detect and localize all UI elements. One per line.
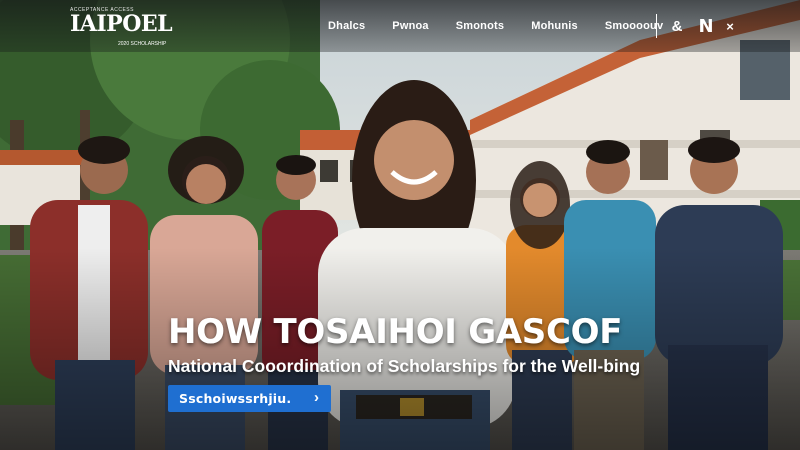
nav-item-4[interactable]: Mohunis (531, 20, 578, 32)
main-nav: Dhalcs Pwnoa Smonots Mohunis Smoooouv (328, 0, 663, 52)
nav-item-5[interactable]: Smoooouv (605, 20, 663, 32)
logo-tagline: 2020 SCHOLARSHIP (118, 41, 167, 47)
cta-label: Sschoiwssrhjiu. (179, 391, 292, 406)
hero-title: HOW TOSAIHOI GASCOF (168, 312, 623, 352)
nav-item-3[interactable]: Smonots (456, 20, 504, 32)
close-icon[interactable]: × (724, 19, 736, 34)
top-navigation-bar: ACCEPTANCE ACCESS IAIPOEL 2020 SCHOLARSH… (0, 0, 800, 52)
nav-divider (656, 14, 657, 38)
logo-wordmark: IAIPOEL (70, 11, 173, 37)
scholarships-cta-button[interactable]: Sschoiwssrhjiu. › (168, 385, 331, 412)
nav-item-1[interactable]: Dhalcs (328, 20, 365, 32)
nav-icon-group: & N × (668, 14, 736, 38)
n-icon[interactable]: N (698, 16, 714, 37)
hero-section: ACCEPTANCE ACCESS IAIPOEL 2020 SCHOLARSH… (0, 0, 800, 450)
chevron-right-icon: › (314, 389, 319, 406)
accessibility-icon[interactable]: & (668, 18, 686, 35)
nav-item-2[interactable]: Pwnoa (392, 20, 428, 32)
site-logo[interactable]: ACCEPTANCE ACCESS IAIPOEL 2020 SCHOLARSH… (70, 7, 173, 48)
hero-subtitle: National Cooordination of Scholarships f… (168, 356, 641, 376)
hero-background-image (0, 0, 800, 450)
